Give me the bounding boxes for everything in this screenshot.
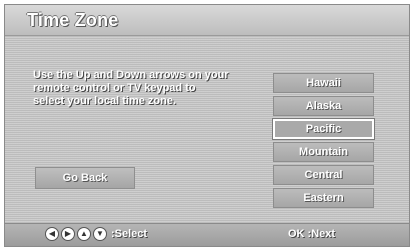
time-zone-option-mountain[interactable]: Mountain — [273, 142, 374, 162]
time-zone-option-alaska[interactable]: Alaska — [273, 96, 374, 116]
right-arrow-icon: ▶ — [61, 227, 75, 241]
select-hint: :Select — [111, 228, 148, 240]
instructions-text: Use the Up and Down arrows on your remot… — [33, 69, 229, 107]
down-arrow-icon: ▼ — [93, 227, 107, 241]
go-back-button[interactable]: Go Back — [35, 167, 135, 189]
footer-bar: ◀ ▶ ▲ ▼ :Select OK :Next — [5, 223, 409, 246]
next-hint: OK :Next — [288, 228, 336, 240]
left-arrow-icon: ◀ — [45, 227, 59, 241]
time-zone-list: Hawaii Alaska Pacific Mountain Central E… — [272, 73, 375, 211]
time-zone-option-central[interactable]: Central — [273, 165, 374, 185]
time-zone-option-hawaii[interactable]: Hawaii — [273, 73, 374, 93]
nav-icons: ◀ ▶ ▲ ▼ — [45, 227, 107, 243]
page-title: Time Zone — [27, 10, 119, 30]
time-zone-screen: Time Zone Use the Up and Down arrows on … — [4, 4, 410, 247]
title-bar: Time Zone — [5, 5, 409, 36]
time-zone-option-pacific[interactable]: Pacific — [272, 118, 375, 140]
up-arrow-icon: ▲ — [77, 227, 91, 241]
time-zone-option-eastern[interactable]: Eastern — [273, 188, 374, 208]
